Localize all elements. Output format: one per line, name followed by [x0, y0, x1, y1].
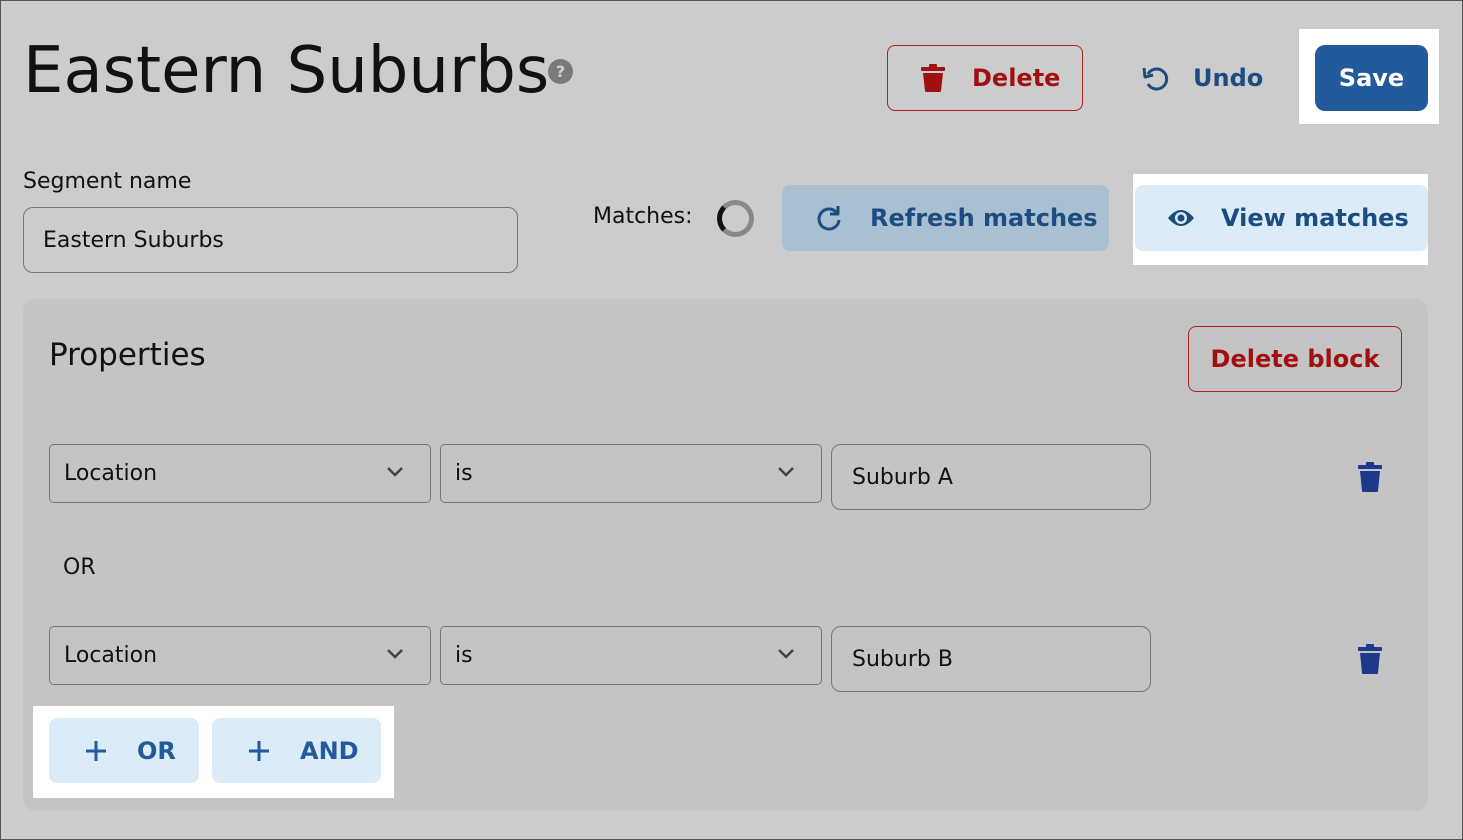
property-select[interactable]: Location [49, 626, 431, 685]
value-input-text: Suburb A [852, 464, 953, 490]
operator-select[interactable]: is [440, 444, 822, 503]
property-select-value: Location [64, 461, 158, 486]
add-and-label: AND [300, 736, 359, 765]
segment-editor: Eastern Suburbs ? Delete Undo Save Segme… [0, 0, 1463, 840]
plus-icon [249, 740, 269, 761]
help-icon[interactable]: ? [548, 59, 573, 84]
eye-icon [1168, 210, 1194, 226]
delete-label: Delete [972, 64, 1061, 92]
property-select-value: Location [64, 643, 158, 668]
undo-label: Undo [1193, 64, 1264, 92]
segment-name-input[interactable] [23, 207, 518, 273]
chevron-down-icon [778, 649, 794, 659]
delete-button[interactable]: Delete [887, 45, 1083, 111]
trash-icon[interactable] [1357, 462, 1383, 492]
refresh-icon [817, 206, 841, 231]
add-or-button[interactable]: OR [49, 718, 199, 783]
add-and-button[interactable]: AND [212, 718, 381, 783]
trash-icon[interactable] [1357, 644, 1383, 674]
view-matches-button[interactable]: View matches [1135, 185, 1428, 251]
chevron-down-icon [387, 467, 403, 477]
operator-select-value: is [455, 643, 473, 668]
value-input[interactable]: Suburb B [831, 626, 1151, 692]
segment-name-label: Segment name [23, 169, 192, 194]
or-joiner: OR [63, 555, 96, 580]
operator-select[interactable]: is [440, 626, 822, 685]
plus-icon [86, 740, 106, 761]
chevron-down-icon [778, 467, 794, 477]
refresh-matches-label: Refresh matches [870, 204, 1098, 232]
refresh-matches-button[interactable]: Refresh matches [782, 185, 1109, 251]
property-select[interactable]: Location [49, 444, 431, 503]
operator-select-value: is [455, 461, 473, 486]
undo-button[interactable]: Undo [1127, 45, 1277, 111]
matches-label: Matches: [593, 204, 693, 229]
block-title: Properties [49, 337, 206, 373]
view-matches-label: View matches [1221, 204, 1409, 232]
trash-icon [921, 64, 945, 92]
add-or-label: OR [137, 736, 176, 765]
spinner-icon [717, 200, 754, 237]
chevron-down-icon [387, 649, 403, 659]
save-button[interactable]: Save [1315, 45, 1428, 111]
value-input[interactable]: Suburb A [831, 444, 1151, 510]
page-title: Eastern Suburbs [23, 34, 550, 108]
value-input-text: Suburb B [852, 646, 953, 672]
delete-block-button[interactable]: Delete block [1188, 326, 1402, 392]
undo-icon [1142, 67, 1169, 91]
